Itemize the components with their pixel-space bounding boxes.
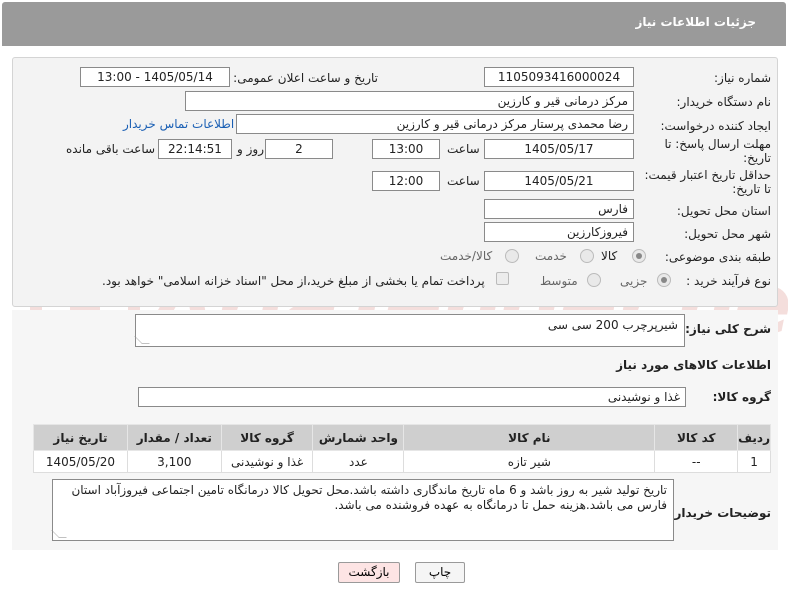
- summary-textarea[interactable]: شیرپرچرب 200 سی سی: [134, 314, 685, 347]
- col-unit: واحد شمارش: [312, 424, 405, 451]
- back-button[interactable]: بازگشت: [338, 562, 400, 583]
- page-title: جزئیات اطلاعات نیاز: [635, 15, 756, 29]
- category-option-goods-service: کالا/خدمت: [440, 249, 493, 263]
- province-field[interactable]: فارس: [484, 199, 634, 219]
- page-header: جزئیات اطلاعات نیاز: [2, 2, 786, 46]
- province-label: استان محل تحویل:: [676, 204, 771, 218]
- buyer-contact-link[interactable]: اطلاعات تماس خریدار: [123, 117, 234, 131]
- deadline-time-field[interactable]: 13:00: [372, 139, 440, 159]
- goods-table: ردیف کد کالا نام کالا واحد شمارش گروه کا…: [33, 424, 771, 473]
- need-number-label: شماره نیاز:: [714, 71, 771, 85]
- cell-need-date: 1405/05/20: [33, 450, 128, 473]
- col-group: گروه کالا: [220, 424, 314, 451]
- buyer-notes-textarea[interactable]: تاریخ تولید شیر به روز باشد و 6 ماه تاری…: [51, 479, 674, 541]
- buyer-notes-label: توضیحات خریدار:: [669, 506, 771, 520]
- buyer-org-label: نام دستگاه خریدار:: [676, 95, 772, 109]
- process-label: نوع فرآیند خرید :: [686, 274, 771, 288]
- summary-label: شرح کلی نیاز:: [685, 322, 771, 336]
- category-option-goods: کالا: [601, 249, 618, 263]
- col-code: کد کالا: [654, 424, 739, 451]
- cell-unit: عدد: [312, 450, 405, 473]
- goods-table-header: ردیف کد کالا نام کالا واحد شمارش گروه کا…: [33, 424, 771, 451]
- cell-quantity: 3,100: [126, 450, 222, 473]
- cell-code: --: [654, 450, 739, 473]
- category-radio-service[interactable]: [580, 249, 594, 263]
- city-field[interactable]: فیروزکارزین: [484, 222, 634, 242]
- city-label: شهر محل تحویل:: [684, 227, 771, 241]
- announce-datetime-field[interactable]: 1405/05/14 - 13:00: [80, 67, 230, 87]
- col-row: ردیف: [737, 424, 771, 451]
- validity-label-2: تا تاریخ:: [732, 182, 771, 196]
- validity-time-field[interactable]: 12:00: [372, 171, 440, 191]
- remaining-time-field[interactable]: 22:14:51: [158, 139, 232, 159]
- col-need-date: تاریخ نیاز: [33, 424, 128, 451]
- resize-grip-icon[interactable]: [134, 336, 150, 344]
- process-radio-minor[interactable]: [657, 273, 671, 287]
- buyer-notes-text: تاریخ تولید شیر به روز باشد و 6 ماه تاری…: [71, 483, 667, 512]
- col-quantity: تعداد / مقدار: [126, 424, 222, 451]
- deadline-date-field[interactable]: 1405/05/17: [484, 139, 634, 159]
- remaining-time-label: ساعت باقی مانده: [66, 142, 156, 156]
- category-option-service: خدمت: [535, 249, 567, 263]
- treasury-payment-note: پرداخت تمام یا بخشی از مبلغ خرید،از محل …: [102, 274, 485, 288]
- process-option-minor: جزیی: [620, 274, 648, 288]
- category-radio-goods[interactable]: [632, 249, 646, 263]
- goods-group-field[interactable]: غذا و نوشیدنی: [138, 387, 686, 407]
- validity-date-field[interactable]: 1405/05/21: [484, 171, 634, 191]
- col-name: نام کالا: [403, 424, 656, 451]
- category-label: طبقه بندی موضوعی:: [664, 250, 771, 264]
- process-radio-medium[interactable]: [587, 273, 601, 287]
- table-row[interactable]: 1 -- شیر تازه عدد غذا و نوشیدنی 3,100 14…: [33, 450, 771, 473]
- deadline-time-label: ساعت: [447, 142, 480, 156]
- creator-label: ایجاد کننده درخواست:: [660, 119, 771, 133]
- creator-field[interactable]: رضا محمدی پرستار مرکز درمانی قیر و کارزی…: [236, 114, 634, 134]
- treasury-payment-checkbox[interactable]: [496, 272, 509, 285]
- validity-label-1: حداقل تاریخ اعتبار قیمت:: [644, 168, 771, 182]
- summary-text: شیرپرچرب 200 سی سی: [547, 318, 678, 332]
- goods-group-label: گروه کالا:: [712, 390, 771, 404]
- goods-section-title: اطلاعات کالاهای مورد نیاز: [616, 358, 771, 372]
- category-radio-goods-service[interactable]: [505, 249, 519, 263]
- deadline-label-2: تاریخ:: [743, 151, 771, 165]
- print-button[interactable]: چاپ: [415, 562, 465, 583]
- need-number-field[interactable]: 1105093416000024: [484, 67, 634, 87]
- cell-group: غذا و نوشیدنی: [220, 450, 314, 473]
- announce-label: تاریخ و ساعت اعلان عمومی:: [233, 71, 378, 85]
- cell-name: شیر تازه: [403, 450, 656, 473]
- buyer-org-field[interactable]: مرکز درمانی قیر و کارزین: [185, 91, 634, 111]
- resize-grip-icon[interactable]: [51, 530, 67, 538]
- days-remaining-field[interactable]: 2: [265, 139, 333, 159]
- cell-row: 1: [737, 450, 771, 473]
- process-option-medium: متوسط: [540, 274, 578, 288]
- validity-time-label: ساعت: [447, 174, 480, 188]
- deadline-label-1: مهلت ارسال پاسخ: تا: [664, 137, 771, 151]
- days-label: روز و: [237, 142, 264, 156]
